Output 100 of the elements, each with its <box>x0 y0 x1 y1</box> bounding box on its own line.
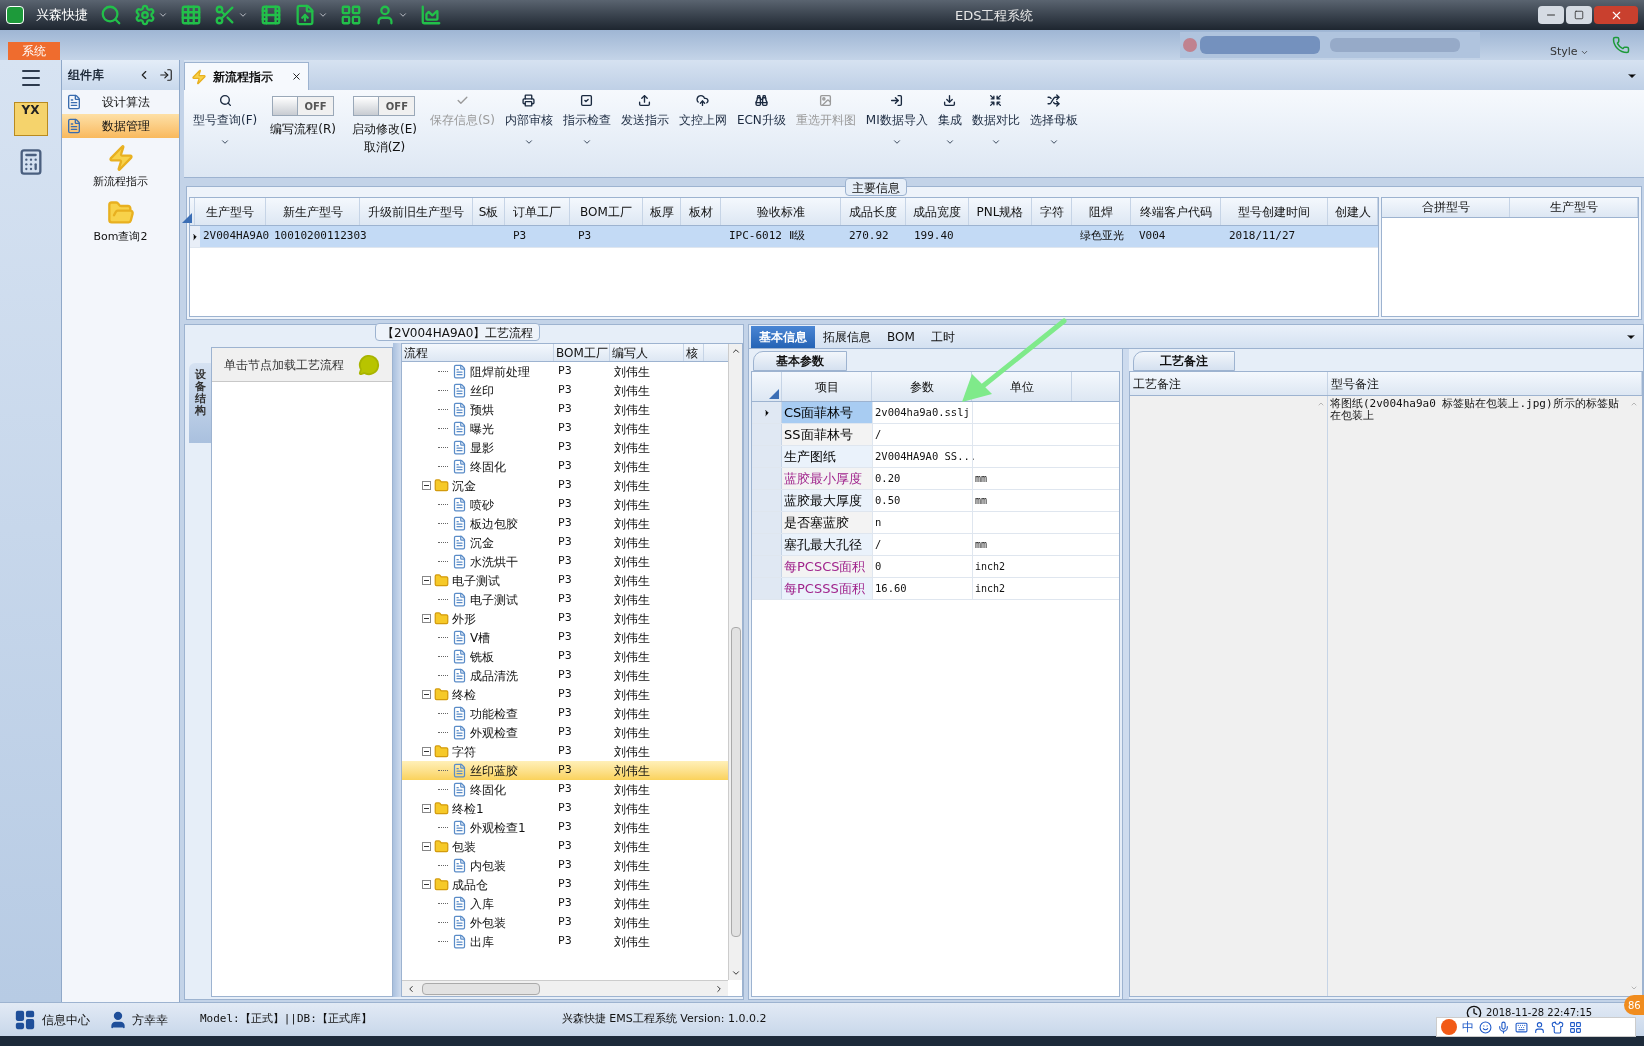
table-cell[interactable]: 塞孔最大孔径 <box>782 534 872 555</box>
caret-icon[interactable] <box>238 10 248 20</box>
caret-icon[interactable] <box>398 10 408 20</box>
maximize-button[interactable] <box>1566 6 1592 24</box>
close-button[interactable] <box>1594 6 1638 24</box>
column-header[interactable]: 新生产型号 <box>266 198 360 225</box>
column-header[interactable]: 核 <box>684 344 704 361</box>
toggle-thumb[interactable] <box>353 96 380 116</box>
column-header[interactable]: 升级前旧生产型号 <box>360 198 473 225</box>
toggle-switch[interactable]: OFF <box>379 96 416 116</box>
tree-row[interactable]: 显影 P3 刘伟生 <box>402 438 728 457</box>
table-cell[interactable]: SS面菲林号 <box>782 424 872 445</box>
tree-row[interactable]: 电子测试 P3 刘伟生 <box>402 571 728 590</box>
ribbon-button[interactable]: 数据对比 <box>966 92 1025 147</box>
tree-row[interactable]: 沉金 P3 刘伟生 <box>402 533 728 552</box>
column-header[interactable]: 订单工厂 <box>505 198 570 225</box>
column-header[interactable]: 成品宽度 <box>906 198 969 225</box>
scroll-right-icon[interactable] <box>714 983 724 994</box>
tree-row[interactable]: 阻焊前处理 P3 刘伟生 <box>402 362 728 381</box>
column-header[interactable]: 工艺备注 <box>1130 372 1328 395</box>
tree-row[interactable]: 沉金 P3 刘伟生 <box>402 476 728 495</box>
detail-tab[interactable]: 拓展信息 <box>815 325 879 348</box>
detail-tab[interactable]: 基本信息 <box>751 325 815 348</box>
keyboard-icon[interactable] <box>1515 1020 1528 1034</box>
tree-row[interactable]: 铣板 P3 刘伟生 <box>402 647 728 666</box>
tree-row[interactable]: 功能检查 P3 刘伟生 <box>402 704 728 723</box>
grid-icon[interactable] <box>180 4 202 26</box>
close-icon[interactable] <box>291 71 302 82</box>
table-cell[interactable]: 每PCSSS面积 <box>782 578 872 599</box>
scroll-down-icon[interactable] <box>730 968 741 978</box>
collapse-toggle[interactable] <box>422 481 431 490</box>
minimize-button[interactable] <box>1538 6 1564 24</box>
user-icon[interactable] <box>374 4 396 26</box>
column-header[interactable]: 验收标准 <box>721 198 841 225</box>
tree-row[interactable]: V槽 P3 刘伟生 <box>402 628 728 647</box>
tree-row[interactable]: 电子测试 P3 刘伟生 <box>402 590 728 609</box>
tree-row[interactable]: 板边包胶 P3 刘伟生 <box>402 514 728 533</box>
detail-tab[interactable]: BOM <box>879 325 923 348</box>
table-cell[interactable]: 生产图纸 <box>782 446 872 467</box>
collapse-toggle[interactable] <box>422 842 431 851</box>
ribbon-button[interactable]: ECN升级 <box>731 92 791 129</box>
tree-row[interactable]: 外观检查 P3 刘伟生 <box>402 723 728 742</box>
info-center-link[interactable]: 信息中心 <box>42 1010 90 1029</box>
column-header[interactable]: 成品长度 <box>841 198 906 225</box>
shirt-icon[interactable] <box>1551 1020 1564 1034</box>
side-tab[interactable]: 设备结构 <box>189 363 211 443</box>
column-header[interactable]: 创建人 <box>1328 198 1378 225</box>
tree-row[interactable]: 喷砂 P3 刘伟生 <box>402 495 728 514</box>
column-header[interactable]: 阻焊 <box>1072 198 1131 225</box>
column-header[interactable]: 生产型号 <box>1510 198 1638 217</box>
column-header[interactable]: BOM工厂 <box>570 198 643 225</box>
library-item[interactable]: 设计算法 <box>62 90 179 114</box>
toggle-thumb[interactable] <box>272 96 299 116</box>
tiles-icon[interactable] <box>1569 1020 1582 1034</box>
column-header[interactable]: 终端客户代码 <box>1131 198 1221 225</box>
ribbon-button[interactable]: 内部审核 <box>499 92 558 147</box>
ribbon-button[interactable]: 集成 <box>932 92 967 147</box>
vertical-scrollbar[interactable] <box>728 344 742 980</box>
caret-icon[interactable] <box>318 10 328 20</box>
collapse-toggle[interactable] <box>422 690 431 699</box>
tree-row[interactable]: 丝印蓝胶 P3 刘伟生 <box>402 761 728 780</box>
ribbon-button[interactable]: 选择母板 <box>1024 92 1083 147</box>
tree-row[interactable]: 丝印 P3 刘伟生 <box>402 381 728 400</box>
column-header[interactable]: S板 <box>473 198 505 225</box>
scrollbar-thumb[interactable] <box>730 627 741 937</box>
area-chart-icon[interactable] <box>420 4 442 26</box>
tree-row[interactable]: 内包装 P3 刘伟生 <box>402 856 728 875</box>
document-tab[interactable]: 新流程指示 <box>184 62 309 90</box>
collapse-toggle[interactable] <box>422 576 431 585</box>
ribbon-button[interactable]: 发送指示 <box>615 92 674 129</box>
grid-icon[interactable] <box>14 1008 36 1031</box>
film-icon[interactable] <box>260 4 282 26</box>
user-icon[interactable] <box>1533 1020 1546 1034</box>
tiles-icon[interactable] <box>340 4 362 26</box>
library-tile[interactable]: 新流程指示 <box>62 138 179 193</box>
horizontal-scrollbar[interactable] <box>402 980 728 996</box>
section-tab[interactable]: 基本参数 <box>753 351 847 371</box>
gear-icon[interactable] <box>134 4 156 26</box>
ribbon-button[interactable]: 文控上网 <box>673 92 732 129</box>
tree-row[interactable]: 终固化 P3 刘伟生 <box>402 780 728 799</box>
scissors-icon[interactable] <box>214 4 236 26</box>
library-item[interactable]: 数据管理 <box>62 114 179 138</box>
collapse-toggle[interactable] <box>422 880 431 889</box>
tree-row[interactable]: 水洗烘干 P3 刘伟生 <box>402 552 728 571</box>
tree-row[interactable]: 出库 P3 刘伟生 <box>402 932 728 951</box>
collapse-toggle[interactable] <box>422 747 431 756</box>
table-cell[interactable]: 蓝胶最大厚度 <box>782 490 872 511</box>
mic-icon[interactable] <box>1497 1020 1510 1034</box>
caret-icon[interactable] <box>158 10 168 20</box>
table-row[interactable]: 2V004HA9A0 10010200112303 P3 P3 IPC-6012 Ⅱ级 270.92 199.40 绿色亚光 V004 2018/11/27 <box>190 226 1378 248</box>
column-header[interactable]: PNL规格 <box>969 198 1032 225</box>
column-header[interactable]: 项目 <box>782 372 872 401</box>
tree-row[interactable]: 入库 P3 刘伟生 <box>402 894 728 913</box>
scrollbar-thumb[interactable] <box>422 982 540 995</box>
library-tile[interactable]: Bom查询2 <box>62 192 179 247</box>
tree-row[interactable]: 外观检查1 P3 刘伟生 <box>402 818 728 837</box>
smile-icon[interactable] <box>1479 1020 1492 1034</box>
tree-row[interactable]: 曝光 P3 刘伟生 <box>402 419 728 438</box>
column-header[interactable]: 字符 <box>1032 198 1072 225</box>
ribbon-button[interactable]: MI数据导入 <box>860 92 933 147</box>
